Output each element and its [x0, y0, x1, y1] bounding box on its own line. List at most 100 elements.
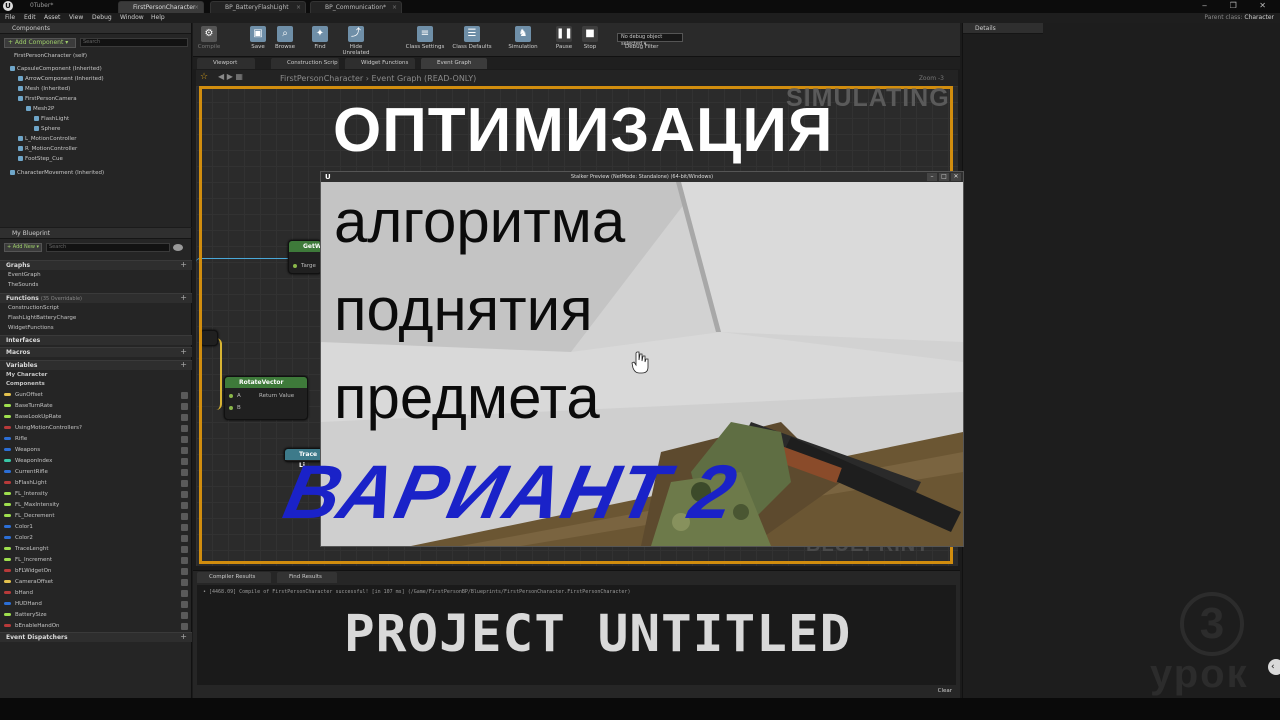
- menu-view[interactable]: View: [69, 14, 83, 21]
- eye-icon[interactable]: [181, 612, 188, 619]
- components-tab[interactable]: Components: [0, 23, 191, 34]
- eye-icon[interactable]: [181, 524, 188, 531]
- graphs-section[interactable]: Graphs +: [0, 260, 192, 270]
- menu-help[interactable]: Help: [151, 14, 165, 21]
- event-dispatchers-section[interactable]: Event Dispatchers +: [0, 632, 192, 642]
- eye-icon[interactable]: [181, 546, 188, 553]
- variable-row[interactable]: CameraOffset: [4, 577, 190, 588]
- variable-row[interactable]: HUDHand: [4, 599, 190, 610]
- plus-icon[interactable]: +: [180, 293, 187, 302]
- eye-icon[interactable]: [181, 480, 188, 487]
- tree-row-self[interactable]: FirstPersonCharacter (self): [14, 53, 87, 59]
- browse-button[interactable]: ⌕ Browse: [273, 26, 297, 50]
- parent-class-value[interactable]: Character: [1244, 14, 1274, 21]
- log-line[interactable]: • [4468.09] Compile of FirstPersonCharac…: [203, 589, 630, 595]
- plus-icon[interactable]: +: [180, 347, 187, 356]
- eye-icon[interactable]: [181, 458, 188, 465]
- details-tab[interactable]: Details: [963, 23, 1043, 34]
- interfaces-section[interactable]: Interfaces: [0, 335, 192, 345]
- eye-icon[interactable]: [181, 425, 188, 432]
- eye-icon[interactable]: [181, 590, 188, 597]
- eye-icon[interactable]: [181, 392, 188, 399]
- tree-row[interactable]: Sphere: [34, 126, 60, 132]
- maximize-button[interactable]: □: [939, 173, 949, 181]
- tree-row[interactable]: ArrowComponent (Inherited): [18, 76, 104, 82]
- minimize-button[interactable]: –: [927, 173, 937, 181]
- variable-row[interactable]: BatterySize: [4, 610, 190, 621]
- tab-event-graph[interactable]: Event Graph: [421, 58, 487, 69]
- menu-asset[interactable]: Asset: [44, 14, 60, 21]
- tab-construction-script[interactable]: Construction Scrip: [271, 58, 339, 69]
- blueprint-search-input[interactable]: Search: [46, 243, 170, 252]
- variable-row[interactable]: Rifle: [4, 434, 190, 445]
- eye-icon[interactable]: [181, 414, 188, 421]
- stop-button[interactable]: ■ Stop: [580, 26, 600, 50]
- variable-row[interactable]: FL_Increment: [4, 555, 190, 566]
- variable-row[interactable]: FL_Decrement: [4, 511, 190, 522]
- variable-row[interactable]: WeaponIndex: [4, 456, 190, 467]
- variable-row[interactable]: CurrentRifle: [4, 467, 190, 478]
- eye-icon[interactable]: [181, 469, 188, 476]
- variable-row[interactable]: bFLWidgetOn: [4, 566, 190, 577]
- graph-item[interactable]: EventGraph: [8, 272, 41, 278]
- close-icon[interactable]: ×: [194, 2, 199, 13]
- tab-find-results[interactable]: Find Results: [277, 572, 337, 583]
- nav-arrows-icon[interactable]: ◀ ▶ ▦: [218, 72, 243, 81]
- eye-icon[interactable]: [181, 623, 188, 630]
- function-item[interactable]: WidgetFunctions: [8, 325, 54, 331]
- eye-icon[interactable]: [181, 579, 188, 586]
- eye-icon[interactable]: [181, 601, 188, 608]
- menu-debug[interactable]: Debug: [92, 14, 112, 21]
- hide-unrelated-button[interactable]: ⤴ Hide Unrelated: [336, 26, 376, 56]
- components-category[interactable]: Components: [6, 381, 45, 387]
- variable-row[interactable]: FL_Intensity: [4, 489, 190, 500]
- close-button[interactable]: ✕: [951, 173, 961, 181]
- functions-section[interactable]: Functions (35 Overridable) +: [0, 293, 192, 303]
- doc-tab-firstpersoncharacter[interactable]: FirstPersonCharacter ×: [118, 1, 204, 13]
- variable-row[interactable]: GunOffset: [4, 390, 190, 401]
- plus-icon[interactable]: +: [180, 360, 187, 369]
- compile-button[interactable]: ⚙ Compile: [197, 26, 221, 50]
- graph-item[interactable]: TheSounds: [8, 282, 38, 288]
- variable-row[interactable]: bHand: [4, 588, 190, 599]
- variable-row[interactable]: UsingMotionControllers?: [4, 423, 190, 434]
- variable-row[interactable]: Color2: [4, 533, 190, 544]
- tree-row[interactable]: Mesh2P: [26, 106, 54, 112]
- eye-icon[interactable]: [181, 557, 188, 564]
- add-new-button[interactable]: + Add New ▾: [4, 243, 42, 252]
- save-button[interactable]: ▣ Save: [247, 26, 269, 50]
- macros-section[interactable]: Macros +: [0, 347, 192, 357]
- find-button[interactable]: ✦ Find: [309, 26, 331, 50]
- my-character-category[interactable]: My Character: [6, 372, 47, 378]
- window-controls[interactable]: ‒ ❐ ✕: [1202, 1, 1276, 10]
- eye-icon[interactable]: [181, 502, 188, 509]
- eye-icon[interactable]: [181, 436, 188, 443]
- tree-row[interactable]: CapsuleComponent (Inherited): [10, 66, 102, 72]
- tree-row[interactable]: FirstPersonCamera: [18, 96, 77, 102]
- tree-row[interactable]: CharacterMovement (Inherited): [10, 170, 104, 176]
- plus-icon[interactable]: +: [180, 260, 187, 269]
- close-icon[interactable]: ×: [392, 2, 397, 13]
- menu-edit[interactable]: Edit: [24, 14, 36, 21]
- clear-button[interactable]: Clear: [938, 688, 952, 694]
- function-item[interactable]: FlashLightBatteryCharge: [8, 315, 76, 321]
- eye-icon[interactable]: [181, 447, 188, 454]
- eye-icon[interactable]: [181, 491, 188, 498]
- variables-section[interactable]: Variables +: [0, 360, 192, 370]
- doc-tab-bp-batteryflashlight[interactable]: BP_BatteryFlashLight ×: [210, 1, 306, 13]
- chevron-left-icon[interactable]: ‹: [1268, 659, 1280, 675]
- tree-row[interactable]: FlashLight: [34, 116, 69, 122]
- class-defaults-button[interactable]: ☰ Class Defaults: [451, 26, 493, 50]
- eye-icon[interactable]: [181, 568, 188, 575]
- tab-widget-functions[interactable]: Widget Functions: [345, 58, 415, 69]
- components-search-input[interactable]: Search: [80, 38, 188, 47]
- tree-row[interactable]: R_MotionController: [18, 146, 77, 152]
- variable-row[interactable]: bEnableHandOn: [4, 621, 190, 632]
- close-icon[interactable]: ×: [296, 2, 301, 13]
- variable-row[interactable]: Color1: [4, 522, 190, 533]
- star-icon[interactable]: ☆: [200, 72, 208, 82]
- variable-row[interactable]: Weapons: [4, 445, 190, 456]
- variable-row[interactable]: BaseTurnRate: [4, 401, 190, 412]
- eye-icon[interactable]: [181, 535, 188, 542]
- doc-tab-bp-communication[interactable]: BP_Communication* ×: [310, 1, 402, 13]
